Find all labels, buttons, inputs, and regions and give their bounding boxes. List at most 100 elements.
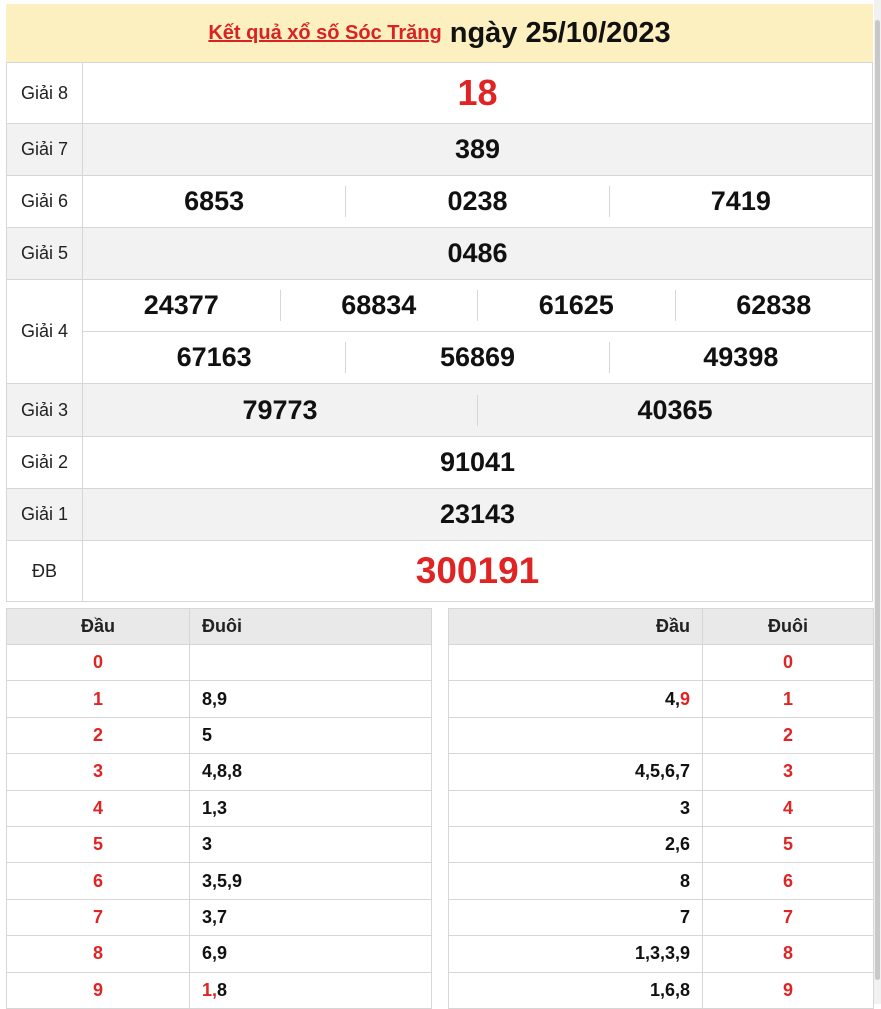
prize-row-special: ĐB 300191 <box>6 540 873 602</box>
prize-number: 61625 <box>538 290 614 320</box>
loto-digit: 6 <box>6 862 190 900</box>
prize-label: Giải 6 <box>6 175 83 228</box>
loto-values <box>448 716 703 755</box>
loto-digit: 0 <box>6 643 190 682</box>
prize-row-6: Giải 6 6853 0238 7419 <box>6 175 873 228</box>
loto-values <box>448 643 703 682</box>
loto-digit: 4 <box>702 789 874 827</box>
prize-label: Giải 2 <box>6 436 83 489</box>
loto-digit: 1 <box>702 680 874 718</box>
loto-digit: 0 <box>702 643 874 682</box>
loto-row: 4,5,6,7 3 <box>448 753 874 791</box>
loto-digit: 9 <box>6 971 190 1009</box>
prize-row-7: Giải 7 389 <box>6 123 873 176</box>
loto-value: 4, <box>664 688 680 709</box>
prize-number: 79773 <box>242 394 318 425</box>
prize-label: Giải 7 <box>6 123 83 176</box>
prize-label: Giải 4 <box>6 279 83 384</box>
loto-value: 8 <box>217 979 228 1000</box>
loto-digit: 9 <box>702 971 874 1009</box>
loto-row: 8 6,9 <box>6 935 432 973</box>
loto-value: 1, <box>202 979 218 1000</box>
loto-row: 3 4,8,8 <box>6 753 432 791</box>
prize-number: 7419 <box>710 186 771 216</box>
loto-row: 34 <box>448 789 874 827</box>
prize-row-4b: 67163 56869 49398 <box>7 331 873 384</box>
loto-row: 1,3,3,9 8 <box>448 935 874 973</box>
loto-row: 9 1,8 <box>6 971 432 1009</box>
loto-digit: 2 <box>6 716 190 755</box>
prize-number: 6853 <box>184 186 245 216</box>
loto-values: 2,6 <box>448 825 703 864</box>
loto-digit: 8 <box>702 935 874 973</box>
loto-values: 1,3 <box>189 789 432 827</box>
prize-number: 0238 <box>447 186 508 216</box>
loto-digit: 1 <box>6 680 190 718</box>
prize-number: 0486 <box>447 238 508 268</box>
col-header-dau: Đầu <box>448 608 703 645</box>
loto-values: 1,3,3,9 <box>448 935 703 973</box>
prize-number: 23143 <box>439 499 516 529</box>
loto-row: 0 <box>6 643 432 682</box>
loto-head-table: Đầu Đuôi 0 1 8,9 2 5 3 4,8,8 4 1,3 5 3 6 3,5,9 7 3,7 8 6… <box>6 608 432 1009</box>
loto-row: 53 <box>6 825 432 864</box>
loto-values: 8,9 <box>189 680 432 718</box>
col-header-duoi: Đuôi <box>189 608 432 645</box>
loto-tail-table: Đầu Đuôi 0 4,9 1 2 4,5,6,7 3 3 4 2,6 5 8 6 7 7 1,3,3,9… <box>448 608 874 1009</box>
loto-values: 5 <box>189 716 432 755</box>
prize-number: 389 <box>454 134 501 164</box>
scrollbar-thumb[interactable] <box>875 20 880 980</box>
loto-row: 7 3,7 <box>6 898 432 937</box>
loto-row: 77 <box>448 898 874 937</box>
loto-values: 3,5,9 <box>189 862 432 900</box>
loto-digit: 4 <box>6 789 190 827</box>
title-link[interactable]: Kết quả xổ số Sóc Trăng <box>208 22 441 45</box>
loto-digit: 3 <box>702 753 874 791</box>
col-header-duoi: Đuôi <box>702 608 874 645</box>
prize-number: 67163 <box>176 342 252 372</box>
results-table: Giải 8 18 Giải 7 389 Giải 6 6853 0238 74… <box>6 62 873 602</box>
loto-digit: 6 <box>702 862 874 900</box>
loto-digit: 7 <box>702 898 874 937</box>
prize-row-4: Giải 4 24377 68834 61625 62838 <box>6 279 873 384</box>
prize-number: 91041 <box>439 447 516 477</box>
loto-row: 0 <box>448 643 874 682</box>
loto-values: 1,6,8 <box>448 971 703 1009</box>
loto-digit: 5 <box>702 825 874 864</box>
prize-label: ĐB <box>6 540 83 602</box>
loto-row: 2,6 5 <box>448 825 874 864</box>
prize-number: 40365 <box>637 394 713 425</box>
loto-digit: 5 <box>6 825 190 864</box>
prize-label: Giải 5 <box>6 227 83 280</box>
loto-row: 86 <box>448 862 874 900</box>
loto-values: 4,8,8 <box>189 753 432 791</box>
prize-number: 18 <box>457 72 498 113</box>
loto-row: 1,6,8 9 <box>448 971 874 1009</box>
loto-value: 9 <box>679 688 690 709</box>
loto-values: 1,8 <box>189 971 432 1009</box>
prize-row-1: Giải 1 23143 <box>6 488 873 541</box>
prize-row-5: Giải 5 0486 <box>6 227 873 280</box>
loto-digit: 7 <box>6 898 190 937</box>
loto-values: 8 <box>448 862 703 900</box>
prize-row-2: Giải 2 91041 <box>6 436 873 489</box>
loto-row: 4,9 1 <box>448 680 874 718</box>
prize-row-8: Giải 8 18 <box>6 62 873 124</box>
loto-digit: 8 <box>6 935 190 973</box>
prize-label: Giải 1 <box>6 488 83 541</box>
title-date: ngày 25/10/2023 <box>449 16 671 49</box>
prize-number: 49398 <box>703 342 779 372</box>
page-title: Kết quả xổ số Sóc Trăng ngày 25/10/2023 <box>6 4 873 62</box>
loto-values: 4,5,6,7 <box>448 753 703 791</box>
loto-row: 4 1,3 <box>6 789 432 827</box>
loto-values: 3 <box>189 825 432 864</box>
prize-number: 300191 <box>415 550 540 591</box>
loto-values <box>189 643 432 682</box>
loto-row: 25 <box>6 716 432 755</box>
loto-row: 2 <box>448 716 874 755</box>
loto-digit: 2 <box>702 716 874 755</box>
loto-row: 1 8,9 <box>6 680 432 718</box>
loto-values: 3,7 <box>189 898 432 937</box>
prize-number: 68834 <box>341 290 417 320</box>
loto-digit: 3 <box>6 753 190 791</box>
